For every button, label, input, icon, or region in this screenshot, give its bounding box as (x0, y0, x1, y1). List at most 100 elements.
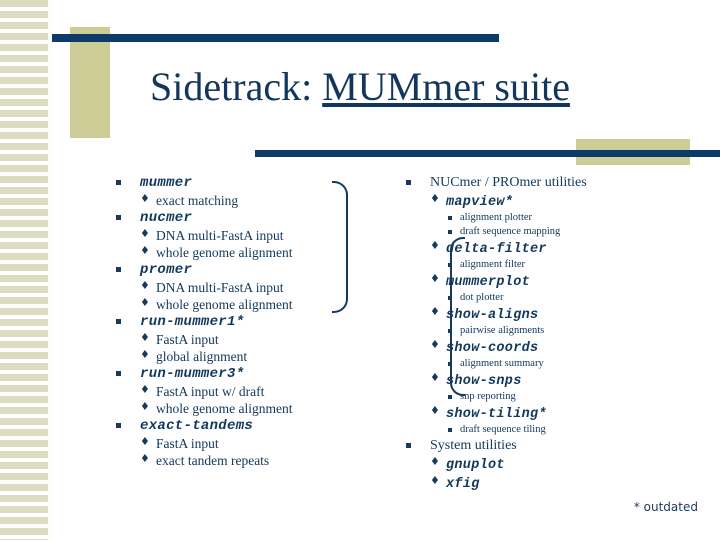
outline-level-2-list: ♦ gnuplot ♦ xfig (430, 455, 702, 493)
bullet-small-square-icon (448, 263, 452, 267)
outline-item: ♦ gnuplot (430, 455, 702, 474)
bullet-diamond-icon: ♦ (430, 371, 440, 384)
bullet-small-square-icon (448, 296, 452, 300)
outline-level-3-list: alignment plotter draft sequence mapping (446, 211, 702, 239)
bullet-diamond-icon: ♦ (430, 272, 440, 285)
bullet-diamond-icon: ♦ (140, 383, 150, 396)
outline-item-label: nucmer (140, 210, 193, 226)
outline-level-3-list: alignment filter (446, 258, 702, 272)
bullet-diamond-icon: ♦ (140, 348, 150, 361)
outline-item-label: FastA input w/ draft (156, 384, 265, 399)
outline-item-label: exact tandem repeats (156, 453, 270, 468)
outline-item-label: whole genome alignment (156, 297, 293, 312)
outline-item-label: mummerplot (446, 275, 531, 290)
page-title-main: MUMmer suite (322, 64, 570, 109)
outline-level-2-list: ♦ mapview* alignment plotter draft sequence… (430, 192, 702, 437)
outline-item-label: FastA input (156, 332, 219, 347)
bullet-diamond-icon: ♦ (430, 305, 440, 318)
bullet-small-square-icon (448, 329, 452, 333)
outline-item: ♦ FastA input w/ draft (140, 383, 357, 400)
outline-item: ♦ DNA multi-FastA input (140, 227, 357, 244)
outline-item-label: exact matching (156, 193, 239, 208)
outline-item-label: run-mummer1* (140, 314, 245, 330)
outline-item-label: run-mummer3* (140, 366, 245, 382)
outline-item-label: whole genome alignment (156, 245, 293, 260)
bullet-diamond-icon: ♦ (430, 338, 440, 351)
bullet-small-square-icon (448, 428, 452, 432)
outline-level-3-list: alignment summary (446, 357, 702, 371)
outline-item-label: snp reporting (460, 391, 516, 402)
outline-item: exact-tandems ♦ FastA input ♦ exact tandem r… (112, 417, 357, 469)
outline-item: alignment filter (446, 258, 702, 272)
outline-item: nucmer ♦ DNA multi-FastA input ♦ whole genom… (112, 209, 357, 261)
outline-item-label: FastA input (156, 436, 219, 451)
outline-item: NUCmer / PROmer utilities ♦ mapview* alignm… (402, 174, 702, 437)
bullet-small-square-icon (448, 395, 452, 399)
outline-level-2-list: ♦ DNA multi-FastA input ♦ whole genome alig… (140, 227, 357, 261)
outline-item: ♦ mummerplot dot plotter (430, 272, 702, 305)
outline-item: ♦ FastA input (140, 331, 357, 348)
outline-item: snp reporting (446, 390, 702, 404)
outline-level-2-list: ♦ FastA input w/ draft ♦ whole genome align… (140, 383, 357, 417)
outline-item-label: exact-tandems (140, 418, 254, 434)
outline-item: promer ♦ DNA multi-FastA input ♦ whole genom… (112, 261, 357, 313)
bullet-square-icon (116, 371, 121, 376)
outline-item: ♦ show-tiling* draft sequence tiling (430, 404, 702, 437)
bullet-diamond-icon: ♦ (430, 192, 440, 205)
outline-item: ♦ whole genome alignment (140, 244, 357, 261)
bullet-diamond-icon: ♦ (140, 400, 150, 413)
outline-item-label: show-aligns (446, 308, 539, 323)
outline-item-label: draft sequence mapping (460, 226, 561, 237)
bullet-square-icon (116, 267, 121, 272)
outline-item-label: mummer (140, 175, 193, 191)
outline-level-2-list: ♦ FastA input ♦ exact tandem repeats (140, 435, 357, 469)
bullet-square-icon (116, 215, 121, 220)
navy-rule-bottom (255, 150, 720, 157)
bullet-diamond-icon: ♦ (430, 239, 440, 252)
right-column: NUCmer / PROmer utilities ♦ mapview* alignm… (402, 174, 702, 493)
outline-item: draft sequence tiling (446, 423, 702, 437)
bullet-small-square-icon (448, 362, 452, 366)
bullet-diamond-icon: ♦ (140, 279, 150, 292)
outline-item: dot plotter (446, 291, 702, 305)
outline-item-label: pairwise alignments (460, 325, 545, 336)
bullet-diamond-icon: ♦ (140, 296, 150, 309)
page-title: Sidetrack: MUMmer suite (0, 66, 720, 108)
bullet-diamond-icon: ♦ (140, 227, 150, 240)
outline-item: ♦ exact tandem repeats (140, 452, 357, 469)
outline-item: mummer ♦ exact matching (112, 174, 357, 209)
outline-item: System utilities ♦ gnuplot ♦ xfig (402, 437, 702, 493)
outline-item-label: show-snps (446, 374, 522, 389)
outline-level-3-list: draft sequence tiling (446, 423, 702, 437)
bullet-small-square-icon (448, 230, 452, 234)
right-column-list: NUCmer / PROmer utilities ♦ mapview* alignm… (402, 174, 702, 493)
outline-level-2-list: ♦ DNA multi-FastA input ♦ whole genome alig… (140, 279, 357, 313)
outline-item-label: show-tiling* (446, 407, 547, 422)
bullet-square-icon (406, 443, 411, 448)
bullet-diamond-icon: ♦ (430, 455, 440, 468)
bullet-diamond-icon: ♦ (140, 452, 150, 465)
outline-item-label: gnuplot (446, 458, 505, 473)
bullet-square-icon (116, 319, 121, 324)
outline-item: ♦ FastA input (140, 435, 357, 452)
left-column: mummer ♦ exact matching nucmer ♦ DNA multi-Fa… (112, 174, 357, 469)
outline-item: pairwise alignments (446, 324, 702, 338)
outline-item-label: delta-filter (446, 242, 547, 257)
outline-item: ♦ show-snps snp reporting (430, 371, 702, 404)
bullet-square-icon (406, 180, 411, 185)
outline-item-label: dot plotter (460, 292, 504, 303)
outline-item-label: alignment filter (460, 259, 526, 270)
outline-level-3-list: snp reporting (446, 390, 702, 404)
outline-item: ♦ global alignment (140, 348, 357, 365)
outline-item-label: alignment summary (460, 358, 544, 369)
outline-item-label: mapview* (446, 195, 514, 210)
outline-item: ♦ xfig (430, 474, 702, 493)
left-column-list: mummer ♦ exact matching nucmer ♦ DNA multi-Fa… (112, 174, 357, 469)
outline-item: ♦ exact matching (140, 192, 357, 209)
outline-item-label: DNA multi-FastA input (156, 280, 284, 295)
outline-item-label: alignment plotter (460, 212, 533, 223)
outline-item: ♦ delta-filter alignment filter (430, 239, 702, 272)
page-title-prefix: Sidetrack: (150, 64, 323, 109)
navy-rule-top (52, 34, 499, 42)
bullet-square-icon (116, 180, 121, 185)
